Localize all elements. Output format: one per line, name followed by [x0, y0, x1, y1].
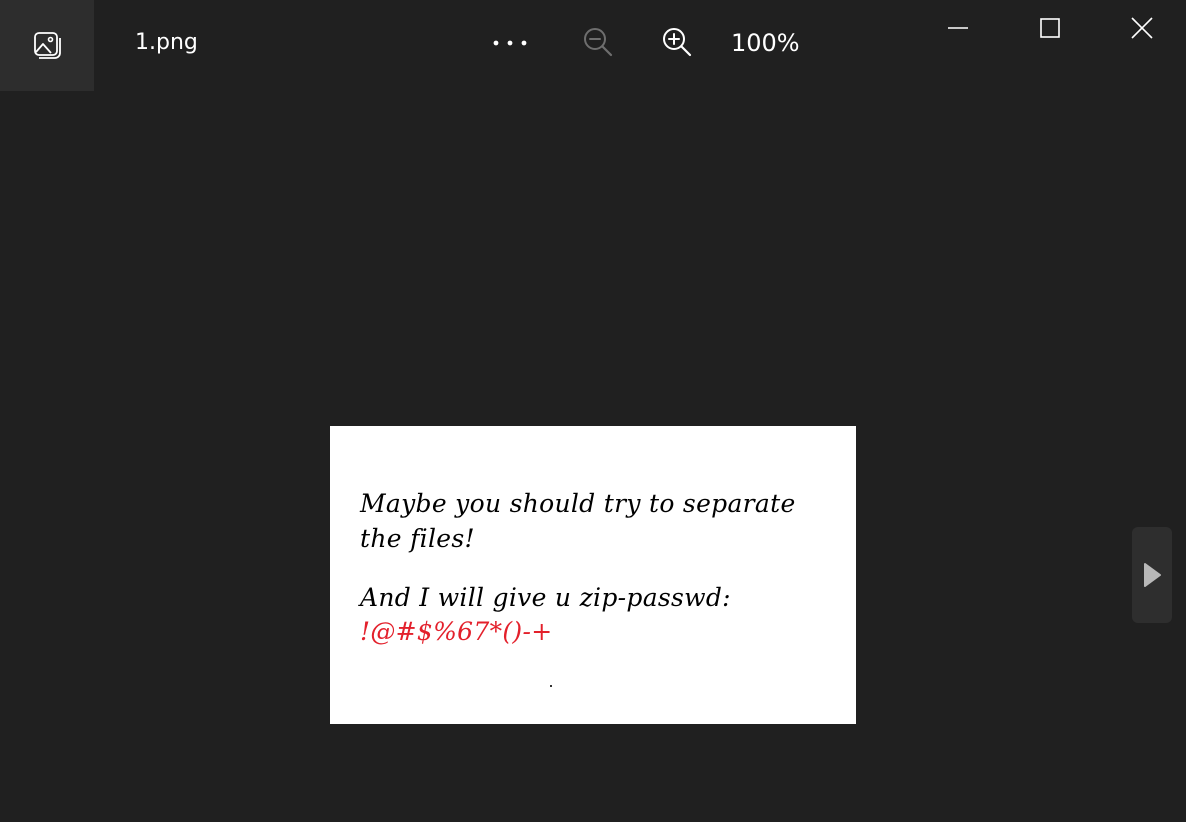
image-speck	[550, 685, 552, 687]
title-bar: 1.png 100%	[0, 0, 1186, 91]
maximize-icon	[1040, 18, 1060, 38]
displayed-image[interactable]: Maybe you should try to separate the fil…	[330, 426, 856, 724]
minimize-icon	[948, 27, 968, 29]
note-line-1: Maybe you should try to separate	[360, 489, 796, 518]
close-button[interactable]	[1102, 0, 1182, 56]
next-image-icon	[1144, 563, 1161, 587]
file-name: 1.png	[135, 30, 198, 55]
photo-gallery-icon	[34, 31, 61, 59]
zoom-out-icon	[584, 28, 613, 57]
more-options-icon	[493, 40, 527, 46]
zoom-in-button[interactable]	[659, 24, 695, 60]
note-line-2: the files!	[360, 524, 475, 553]
zoom-in-icon	[663, 28, 692, 57]
note-line-3: And I will give u zip-passwd:	[360, 583, 731, 612]
next-image-button[interactable]	[1132, 527, 1172, 623]
zip-password: !@#$%67*()-+	[360, 617, 553, 646]
zoom-level[interactable]: 100%	[731, 29, 800, 57]
more-options-button[interactable]	[487, 28, 533, 58]
gallery-button[interactable]	[0, 0, 94, 91]
minimize-button[interactable]	[918, 0, 998, 56]
zoom-out-button[interactable]	[580, 24, 616, 60]
maximize-button[interactable]	[1010, 0, 1090, 56]
close-icon	[1131, 17, 1153, 39]
